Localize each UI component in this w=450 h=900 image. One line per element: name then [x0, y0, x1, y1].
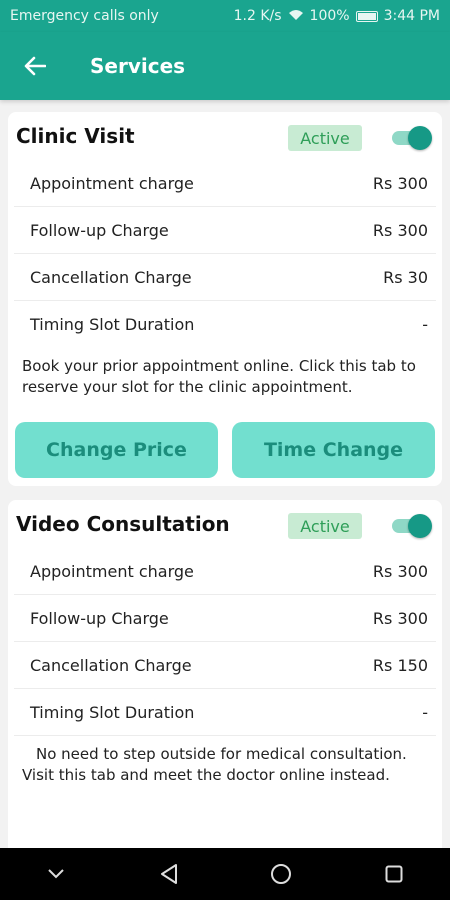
system-nav-bar: [0, 848, 450, 900]
clock: 3:44 PM: [383, 8, 440, 24]
nav-recents-button[interactable]: [369, 848, 419, 900]
service-toggle[interactable]: [390, 514, 432, 538]
row-label: Appointment charge: [30, 173, 194, 193]
page-title: Services: [90, 54, 186, 78]
row-value: Rs 300: [372, 220, 428, 240]
services-list[interactable]: Clinic Visit Active Appointment charge R…: [0, 100, 450, 848]
row-value: Rs 300: [372, 173, 428, 193]
card-actions: Change Price Time Change: [8, 422, 442, 478]
charge-row: Appointment charge Rs 300: [14, 548, 436, 595]
row-label: Timing Slot Duration: [30, 315, 195, 334]
row-value: -: [422, 702, 428, 722]
row-label: Cancellation Charge: [30, 655, 192, 675]
change-price-button[interactable]: Change Price: [15, 422, 218, 478]
charge-row: Follow-up Charge Rs 300: [14, 207, 436, 254]
row-label: Appointment charge: [30, 561, 194, 581]
status-badge: Active: [288, 125, 362, 151]
wifi-icon: [288, 9, 304, 24]
service-card-clinic-visit: Clinic Visit Active Appointment charge R…: [8, 112, 442, 486]
charge-row: Timing Slot Duration -: [14, 301, 436, 348]
row-value: Rs 300: [372, 561, 428, 581]
charge-row: Appointment charge Rs 300: [14, 160, 436, 207]
back-triangle-icon: [160, 864, 177, 884]
row-value: Rs 300: [372, 608, 428, 628]
time-change-button[interactable]: Time Change: [232, 422, 435, 478]
battery-icon: [355, 10, 378, 22]
status-badge: Active: [288, 513, 362, 539]
row-value: Rs 30: [383, 267, 428, 287]
card-title: Video Consultation: [16, 512, 230, 536]
service-card-video-consultation: Video Consultation Active Appointment ch…: [8, 500, 442, 848]
toggle-thumb: [408, 126, 432, 150]
charge-row: Cancellation Charge Rs 30: [14, 254, 436, 301]
chevron-down-icon: [48, 869, 64, 879]
nav-hide-button[interactable]: [31, 848, 81, 900]
row-label: Timing Slot Duration: [30, 702, 195, 722]
row-label: Cancellation Charge: [30, 267, 192, 287]
app-bar: Services: [0, 32, 450, 100]
card-header: Clinic Visit Active: [8, 112, 442, 160]
charge-row: Timing Slot Duration -: [14, 689, 436, 736]
nav-back-button[interactable]: [144, 848, 194, 900]
charge-row: Follow-up Charge Rs 300: [14, 595, 436, 642]
toggle-thumb: [408, 514, 432, 538]
battery-percent: 100%: [309, 8, 350, 24]
row-label: Follow-up Charge: [30, 608, 169, 628]
nav-home-button[interactable]: [256, 848, 306, 900]
home-circle-icon: [271, 864, 292, 884]
recents-square-icon: [385, 865, 403, 883]
charge-row: Cancellation Charge Rs 150: [14, 642, 436, 689]
status-right: 1.2 K/s 100% 3:44 PM: [234, 8, 440, 24]
service-toggle[interactable]: [390, 126, 432, 150]
back-button[interactable]: [0, 32, 70, 100]
network-speed: 1.2 K/s: [233, 8, 282, 24]
card-title: Clinic Visit: [16, 124, 135, 148]
status-bar: Emergency calls only 1.2 K/s 100% 3:44 P…: [0, 0, 450, 32]
row-label: Follow-up Charge: [30, 220, 169, 240]
service-description: Book your prior appointment online. Clic…: [22, 357, 416, 396]
back-arrow-icon: [24, 56, 46, 76]
service-description: No need to step outside for medical cons…: [22, 745, 407, 784]
card-header: Video Consultation Active: [8, 500, 442, 548]
row-value: -: [422, 315, 428, 334]
row-value: Rs 150: [372, 655, 428, 675]
carrier-text: Emergency calls only: [10, 8, 159, 24]
